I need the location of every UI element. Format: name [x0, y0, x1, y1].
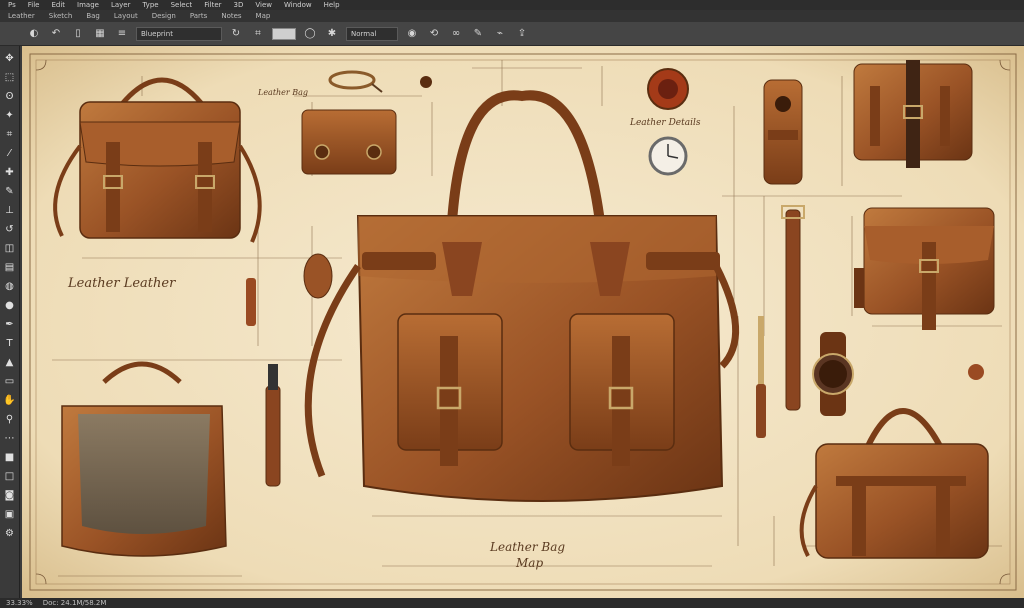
pocket-clock — [648, 136, 688, 176]
rotate-icon[interactable]: ⟲ — [426, 26, 442, 42]
export-icon[interactable]: ⇪ — [514, 26, 530, 42]
compass-badge — [647, 68, 689, 110]
menu-item-3d[interactable]: 3D — [234, 0, 244, 10]
doc-tab-2[interactable]: Sketch — [49, 12, 73, 20]
undo-icon[interactable]: ↶ — [48, 26, 64, 42]
menu-item-edit[interactable]: Edit — [51, 0, 65, 10]
annotation-left: Leather Leather — [68, 276, 176, 291]
history-brush-icon[interactable]: ↺ — [2, 221, 18, 237]
color-swatch[interactable] — [272, 27, 296, 40]
lasso-tool-icon[interactable]: ʘ — [2, 88, 18, 104]
leather-sheath — [265, 364, 281, 487]
refresh-icon[interactable]: ↻ — [228, 26, 244, 42]
holster-strap — [763, 79, 803, 185]
menu-item-file[interactable]: File — [28, 0, 40, 10]
doc-tab-5[interactable]: Design — [152, 12, 176, 20]
menu-item-view[interactable]: View — [255, 0, 272, 10]
crop-icon[interactable]: ⌗ — [250, 26, 266, 42]
layers-icon[interactable]: ≡ — [114, 26, 130, 42]
circle-icon[interactable]: ◯ — [302, 26, 318, 42]
type-tool-icon[interactable]: T — [2, 335, 18, 351]
path-icon[interactable]: ⌁ — [492, 26, 508, 42]
settings-icon[interactable]: ⚙ — [2, 525, 18, 541]
grid-icon[interactable]: ▦ — [92, 26, 108, 42]
options-bar: ◐ ↶ ▯ ▦ ≡ Blueprint ↻ ⌗ ◯ ✱ Normal ◉ ⟲ ∞… — [0, 22, 1024, 46]
tool-preset-icon[interactable]: ◐ — [26, 26, 42, 42]
main-title: Leather Bag — [490, 540, 566, 554]
pen-tool-icon[interactable]: ✒ — [2, 316, 18, 332]
document-icon[interactable]: ▯ — [70, 26, 86, 42]
menu-item-layer[interactable]: Layer — [111, 0, 131, 10]
eyedropper-tool-icon[interactable]: ⁄ — [2, 145, 18, 161]
annotation-top: Leather Details — [630, 118, 701, 128]
eraser-tool-icon[interactable]: ◫ — [2, 240, 18, 256]
quick-mask-icon[interactable]: ◙ — [2, 487, 18, 503]
blueprint-artwork — [22, 46, 1024, 598]
doc-tab-7[interactable]: Notes — [221, 12, 241, 20]
document-tab-bar: Leather Sketch Bag Layout Design Parts N… — [0, 10, 1024, 22]
satchel-top-right — [853, 60, 973, 168]
preset-field[interactable]: Blueprint — [136, 26, 222, 41]
menu-item-image[interactable]: Image — [77, 0, 99, 10]
eye-icon[interactable]: ◉ — [404, 26, 420, 42]
marquee-tool-icon[interactable]: ⬚ — [2, 69, 18, 85]
brush-tool-icon[interactable]: ✎ — [2, 183, 18, 199]
doc-tab-1[interactable]: Leather — [8, 12, 35, 20]
hand-tool-icon[interactable]: ✋ — [2, 392, 18, 408]
menu-bar: Ps File Edit Image Layer Type Select Fil… — [0, 0, 1024, 10]
pouch-right — [863, 207, 995, 330]
healing-tool-icon[interactable]: ✚ — [2, 164, 18, 180]
button-rivet — [968, 364, 984, 380]
link-icon[interactable]: ∞ — [448, 26, 464, 42]
menu-item-app[interactable]: Ps — [8, 0, 16, 10]
path-select-icon[interactable]: ▲ — [2, 354, 18, 370]
annotation-mid: Leather Bag — [258, 88, 309, 97]
move-tool-icon[interactable]: ✥ — [2, 50, 18, 66]
foreground-color-icon[interactable]: ■ — [2, 449, 18, 465]
mode-field[interactable]: Normal — [346, 26, 398, 41]
gradient-tool-icon[interactable]: ▤ — [2, 259, 18, 275]
small-pouch — [301, 109, 397, 175]
background-color-icon[interactable]: □ — [2, 468, 18, 484]
doc-tab-4[interactable]: Layout — [114, 12, 138, 20]
menu-item-help[interactable]: Help — [324, 0, 340, 10]
satchel-top-left — [53, 77, 262, 243]
stamp-tool-icon[interactable]: ⊥ — [2, 202, 18, 218]
status-bar: 33.33% Doc: 24.1M/58.2M — [0, 598, 1024, 608]
blur-tool-icon[interactable]: ◍ — [2, 278, 18, 294]
screen-mode-icon[interactable]: ▣ — [2, 506, 18, 522]
shape-tool-icon[interactable]: ▭ — [2, 373, 18, 389]
awl-tool — [246, 278, 256, 326]
more-tools-icon[interactable]: ⋯ — [2, 430, 18, 446]
main-title-sub: Map — [516, 556, 544, 570]
rivet-small — [420, 76, 432, 88]
crop-tool-icon[interactable]: ⌗ — [2, 126, 18, 142]
dodge-tool-icon[interactable]: ● — [2, 297, 18, 313]
menu-item-window[interactable]: Window — [284, 0, 312, 10]
doc-tab-6[interactable]: Parts — [190, 12, 207, 20]
doc-tab-3[interactable]: Bag — [86, 12, 100, 20]
magic-wand-tool-icon[interactable]: ✦ — [2, 107, 18, 123]
menu-item-select[interactable]: Select — [171, 0, 193, 10]
zoom-tool-icon[interactable]: ⚲ — [2, 411, 18, 427]
doc-tab-8[interactable]: Map — [256, 12, 271, 20]
sparkle-icon[interactable]: ✱ — [324, 26, 340, 42]
brush-icon[interactable]: ✎ — [470, 26, 486, 42]
menu-item-type[interactable]: Type — [143, 0, 159, 10]
menu-item-filter[interactable]: Filter — [204, 0, 221, 10]
tag-oval — [303, 253, 333, 299]
thread-spool — [854, 268, 864, 308]
document-info: Doc: 24.1M/58.2M — [42, 599, 107, 607]
zoom-level[interactable]: 33.33% — [6, 599, 33, 607]
tools-panel: ✥ ⬚ ʘ ✦ ⌗ ⁄ ✚ ✎ ⊥ ↺ ◫ ▤ ◍ ● ✒ T ▲ ▭ ✋ ⚲ … — [0, 46, 20, 598]
document-canvas[interactable]: Leather Leather Leather Details Leather … — [22, 46, 1024, 598]
